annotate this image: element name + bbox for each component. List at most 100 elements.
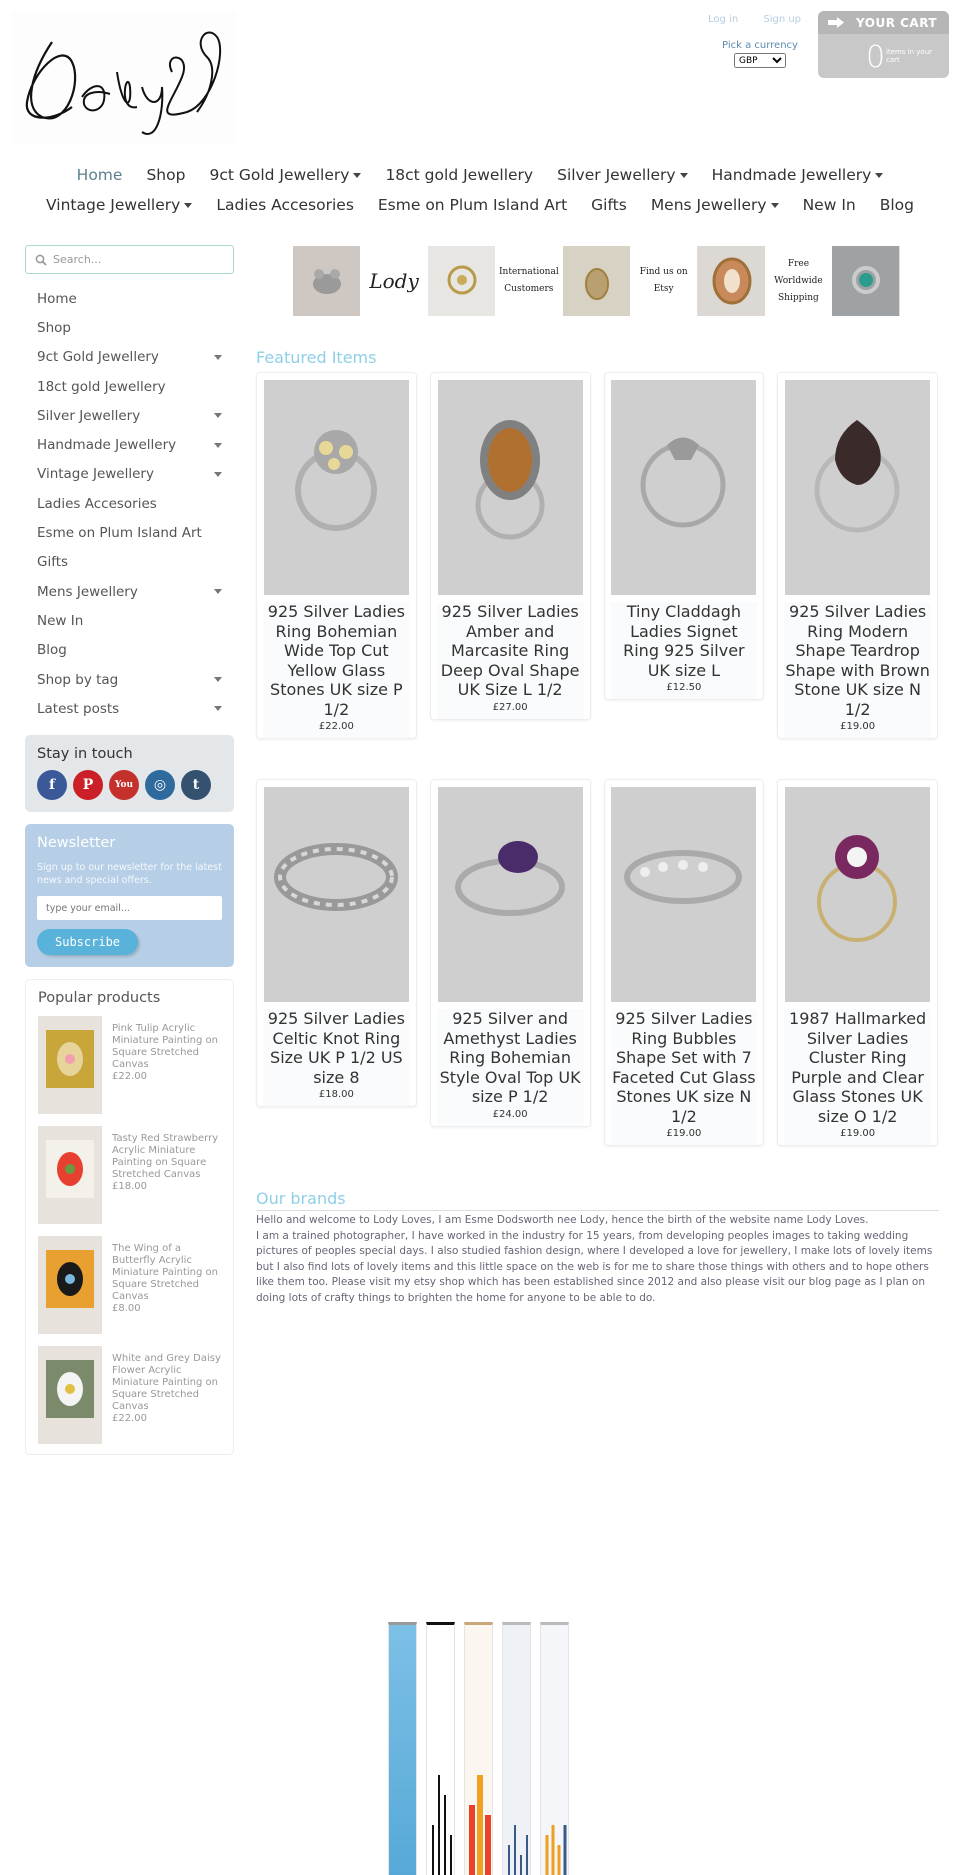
- product-card[interactable]: 925 Silver Ladies Ring Bubbles Shape Set…: [603, 779, 765, 1146]
- popular-product-image[interactable]: [38, 1126, 102, 1225]
- product-image[interactable]: [437, 380, 583, 595]
- sidebar-item-silver-jewellery[interactable]: Silver Jewellery: [25, 401, 234, 430]
- product-title[interactable]: 925 Silver Ladies Ring Bohemian Wide Top…: [263, 602, 410, 719]
- popular-product-price: £18.00: [112, 1181, 147, 1193]
- product-card[interactable]: 925 Silver Ladies Ring Modern Shape Tear…: [777, 372, 938, 739]
- promo-banner[interactable]: Lody International Customers Find us on …: [293, 246, 900, 316]
- site-logo[interactable]: [12, 12, 236, 144]
- caret-down-icon[interactable]: [214, 706, 222, 712]
- featured-items-title: Featured Items: [256, 348, 377, 367]
- popular-product-item[interactable]: White and Grey Daisy Flower Acrylic Mini…: [38, 1346, 221, 1446]
- sidebar-item-mens-jewellery[interactable]: Mens Jewellery: [25, 577, 234, 606]
- nav-item-mens-jewellery[interactable]: Mens Jewellery: [651, 190, 779, 220]
- sidebar-item-esme-on-plum-island-art[interactable]: Esme on Plum Island Art: [25, 518, 234, 547]
- caret-down-icon[interactable]: [214, 354, 222, 360]
- popular-product-image[interactable]: [38, 1346, 102, 1445]
- sidebar-item-9ct-gold-jewellery[interactable]: 9ct Gold Jewellery: [25, 343, 234, 372]
- popular-product-title[interactable]: Pink Tulip Acrylic Miniature Painting on…: [112, 1023, 221, 1071]
- popular-product-price: £8.00: [112, 1303, 141, 1315]
- product-image[interactable]: [263, 380, 409, 595]
- product-title[interactable]: 925 Silver and Amethyst Ladies Ring Bohe…: [436, 1009, 584, 1107]
- sidebar-item-handmade-jewellery[interactable]: Handmade Jewellery: [25, 430, 234, 459]
- product-title[interactable]: 925 Silver Ladies Ring Bubbles Shape Set…: [610, 1009, 758, 1126]
- nav-item-blog[interactable]: Blog: [880, 190, 914, 220]
- product-image[interactable]: [263, 787, 409, 1002]
- cart-widget[interactable]: YOUR CART 0 items in your cart: [818, 11, 949, 78]
- sidebar-item-label: Vintage Jewellery: [37, 466, 154, 483]
- pinterest-icon[interactable]: P: [73, 770, 103, 801]
- caret-down-icon[interactable]: [214, 442, 222, 448]
- nav-item-label: Handmade Jewellery: [711, 166, 872, 184]
- newsletter-email-field[interactable]: [37, 896, 222, 921]
- product-title[interactable]: 1987 Hallmarked Silver Ladies Cluster Ri…: [784, 1009, 931, 1126]
- nav-item-silver-jewellery[interactable]: Silver Jewellery: [557, 160, 688, 190]
- popular-product-image[interactable]: [38, 1236, 102, 1335]
- sidebar-item-gifts[interactable]: Gifts: [25, 548, 234, 577]
- sidebar-item-shop-by-tag[interactable]: Shop by tag: [25, 665, 234, 694]
- caret-down-icon[interactable]: [214, 589, 222, 595]
- nav-item-9ct-gold-jewellery[interactable]: 9ct Gold Jewellery: [209, 160, 362, 190]
- facebook-icon[interactable]: f: [37, 770, 67, 801]
- nav-item-new-in[interactable]: New In: [803, 190, 856, 220]
- arrow-right-icon: [828, 17, 844, 28]
- nav-item-shop[interactable]: Shop: [146, 160, 185, 190]
- product-card[interactable]: 925 Silver and Amethyst Ladies Ring Bohe…: [429, 779, 591, 1127]
- currency-select[interactable]: GBP: [734, 53, 786, 68]
- caret-down-icon[interactable]: [214, 677, 222, 682]
- sidebar-item-new-in[interactable]: New In: [25, 606, 234, 635]
- sidebar-item-shop[interactable]: Shop: [25, 313, 234, 342]
- product-card[interactable]: Tiny Claddagh Ladies Signet Ring 925 Sil…: [603, 372, 765, 700]
- nav-item-gifts[interactable]: Gifts: [591, 190, 627, 220]
- popular-product-title[interactable]: The Wing of a Butterfly Acrylic Miniatur…: [112, 1243, 221, 1303]
- product-image[interactable]: [785, 380, 931, 595]
- nav-item-label: 18ct gold Jewellery: [385, 166, 534, 184]
- product-card[interactable]: 1987 Hallmarked Silver Ladies Cluster Ri…: [777, 779, 938, 1146]
- signup-link[interactable]: Sign up: [763, 14, 801, 25]
- popular-product-image[interactable]: [38, 1016, 102, 1115]
- tumblr-icon[interactable]: t: [181, 770, 211, 801]
- product-card[interactable]: 925 Silver Ladies Celtic Knot Ring Size …: [256, 779, 417, 1107]
- popular-product-title[interactable]: Tasty Red Strawberry Acrylic Miniature P…: [112, 1133, 221, 1181]
- youtube-icon[interactable]: You: [109, 770, 139, 801]
- popular-product-item[interactable]: Pink Tulip Acrylic Miniature Painting on…: [38, 1016, 221, 1116]
- popular-product-item[interactable]: The Wing of a Butterfly Acrylic Miniatur…: [38, 1236, 221, 1336]
- sidebar-item-18ct-gold-jewellery[interactable]: 18ct gold Jewellery: [25, 372, 234, 401]
- sidebar-item-label: Esme on Plum Island Art: [37, 525, 202, 542]
- product-title[interactable]: Tiny Claddagh Ladies Signet Ring 925 Sil…: [610, 602, 758, 680]
- subscribe-button[interactable]: Subscribe: [37, 929, 139, 956]
- nav-item-label: Blog: [879, 196, 914, 214]
- instagram-icon[interactable]: ◎: [145, 770, 175, 801]
- sidebar-item-label: Shop by tag: [37, 671, 119, 688]
- product-card[interactable]: 925 Silver Ladies Amber and Marcasite Ri…: [429, 372, 591, 720]
- sidebar-item-label: New In: [37, 612, 84, 629]
- product-title[interactable]: 925 Silver Ladies Amber and Marcasite Ri…: [436, 602, 584, 700]
- nav-item-esme-on-plum-island-art[interactable]: Esme on Plum Island Art: [378, 190, 567, 220]
- sidebar-item-home[interactable]: Home: [25, 284, 234, 313]
- nav-item-18ct-gold-jewellery[interactable]: 18ct gold Jewellery: [385, 160, 533, 190]
- product-image[interactable]: [611, 787, 757, 1002]
- nav-item-label: Shop: [146, 166, 186, 184]
- nav-item-handmade-jewellery[interactable]: Handmade Jewellery: [712, 160, 884, 190]
- caret-down-icon[interactable]: [214, 413, 222, 419]
- product-title[interactable]: 925 Silver Ladies Celtic Knot Ring Size …: [263, 1009, 410, 1087]
- popular-product-title[interactable]: White and Grey Daisy Flower Acrylic Mini…: [112, 1353, 221, 1413]
- product-card[interactable]: 925 Silver Ladies Ring Bohemian Wide Top…: [256, 372, 417, 739]
- login-link[interactable]: Log in: [708, 14, 738, 25]
- search-input[interactable]: Search...: [25, 245, 234, 274]
- sidebar-item-vintage-jewellery[interactable]: Vintage Jewellery: [25, 460, 234, 489]
- sidebar-item-label: Shop: [37, 319, 71, 336]
- nav-item-home[interactable]: Home: [77, 160, 123, 190]
- caret-down-icon[interactable]: [214, 471, 222, 477]
- banner-shipping: Free Worldwide Shipping: [774, 258, 823, 303]
- nav-item-vintage-jewellery[interactable]: Vintage Jewellery: [46, 190, 193, 220]
- popular-product-item[interactable]: Tasty Red Strawberry Acrylic Miniature P…: [38, 1126, 221, 1226]
- product-image[interactable]: [437, 787, 583, 1002]
- sidebar-item-ladies-accesories[interactable]: Ladies Accesories: [25, 489, 234, 518]
- sidebar-item-latest-posts[interactable]: Latest posts: [25, 694, 234, 723]
- sidebar-item-blog[interactable]: Blog: [25, 636, 234, 665]
- nav-item-ladies-accesories[interactable]: Ladies Accesories: [216, 190, 354, 220]
- sidebar-item-label: Blog: [37, 642, 67, 659]
- product-image[interactable]: [785, 787, 931, 1002]
- product-title[interactable]: 925 Silver Ladies Ring Modern Shape Tear…: [784, 602, 931, 719]
- product-image[interactable]: [611, 380, 757, 595]
